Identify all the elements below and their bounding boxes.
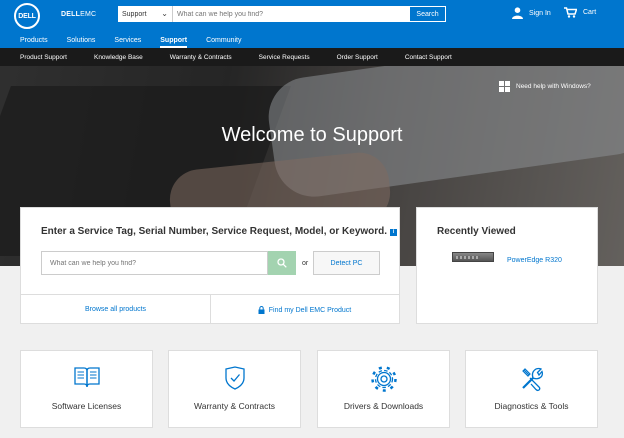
find-my-product-link[interactable]: Find my Dell EMC Product	[210, 306, 399, 314]
shield-check-icon	[169, 366, 300, 390]
tile-software-licenses[interactable]: Software Licenses	[20, 350, 153, 428]
tools-icon	[466, 366, 597, 392]
find-my-product-label: Find my Dell EMC Product	[268, 306, 352, 314]
support-subnav: Product Support Knowledge Base Warranty …	[0, 48, 624, 66]
sign-in-label: Sign In	[529, 9, 551, 17]
browse-all-products-link[interactable]: Browse all products	[21, 306, 210, 313]
gear-icon	[318, 366, 449, 392]
subnav-item-product-support[interactable]: Product Support	[20, 54, 67, 61]
book-icon	[21, 366, 152, 388]
search-icon	[277, 258, 287, 268]
tile-drivers-downloads[interactable]: Drivers & Downloads	[317, 350, 450, 428]
subnav-item-service-requests[interactable]: Service Requests	[259, 54, 310, 61]
subnav-item-order-support[interactable]: Order Support	[337, 54, 378, 61]
brand-light: EMC	[80, 11, 97, 18]
tile-diagnostics-tools[interactable]: Diagnostics & Tools	[465, 350, 598, 428]
nav-item-community[interactable]: Community	[206, 32, 241, 48]
tile-label: Diagnostics & Tools	[494, 401, 569, 411]
subnav-item-contact-support[interactable]: Contact Support	[405, 54, 452, 61]
recent-item-link[interactable]: PowerEdge R320	[507, 257, 562, 264]
dell-emc-brand: DELLEMC	[61, 11, 96, 18]
nav-item-products[interactable]: Products	[20, 32, 48, 48]
brand-bold: DELL	[61, 11, 81, 18]
recently-viewed-heading: Recently Viewed	[437, 226, 516, 237]
user-icon	[512, 7, 523, 19]
lock-icon	[258, 306, 265, 314]
dell-logo[interactable]: DELL	[14, 3, 40, 29]
nav-item-support[interactable]: Support	[160, 32, 187, 48]
tile-warranty-contracts[interactable]: Warranty & Contracts	[168, 350, 301, 428]
info-icon[interactable]: i	[390, 229, 398, 236]
windows-help-link[interactable]: Need help with Windows?	[499, 81, 591, 92]
nav-item-solutions[interactable]: Solutions	[67, 32, 96, 48]
primary-nav: Products Solutions Services Support Comm…	[0, 32, 624, 48]
server-thumbnail[interactable]	[452, 252, 494, 262]
cart-icon	[564, 7, 577, 18]
keyword-search-button[interactable]	[268, 251, 296, 275]
search-scope-value: Support	[122, 10, 147, 18]
search-card-heading-text: Enter a Service Tag, Serial Number, Serv…	[41, 226, 388, 237]
search-card-heading: Enter a Service Tag, Serial Number, Serv…	[41, 226, 398, 237]
nav-item-services[interactable]: Services	[114, 32, 141, 48]
page-title: Welcome to Support	[221, 124, 403, 146]
top-header: DELL DELLEMC Support ⌄ Search Sign In Ca…	[0, 0, 624, 32]
cart-link[interactable]: Cart	[564, 7, 596, 18]
product-search-card: Enter a Service Tag, Serial Number, Serv…	[20, 207, 400, 324]
support-page: DELL DELLEMC Support ⌄ Search Sign In Ca…	[0, 0, 624, 438]
or-separator: or	[302, 260, 309, 267]
sign-in-link[interactable]: Sign In	[512, 7, 551, 19]
header-search-input[interactable]	[173, 6, 409, 22]
recently-viewed-card: Recently Viewed PowerEdge R320	[416, 207, 598, 324]
subnav-item-warranty[interactable]: Warranty & Contracts	[170, 54, 232, 61]
header-search-button[interactable]: Search	[409, 6, 446, 22]
chevron-down-icon: ⌄	[161, 9, 168, 18]
detect-pc-button[interactable]: Detect PC	[313, 251, 380, 275]
tile-label: Software Licenses	[51, 401, 122, 411]
windows-help-label: Need help with Windows?	[516, 83, 591, 90]
tile-label: Warranty & Contracts	[194, 401, 275, 411]
search-scope-select[interactable]: Support ⌄	[118, 6, 173, 22]
windows-icon	[499, 81, 510, 92]
subnav-item-knowledge-base[interactable]: Knowledge Base	[94, 54, 143, 61]
tile-label: Drivers & Downloads	[343, 401, 424, 411]
cart-label: Cart	[583, 9, 597, 16]
keyword-search-input[interactable]	[41, 251, 268, 275]
